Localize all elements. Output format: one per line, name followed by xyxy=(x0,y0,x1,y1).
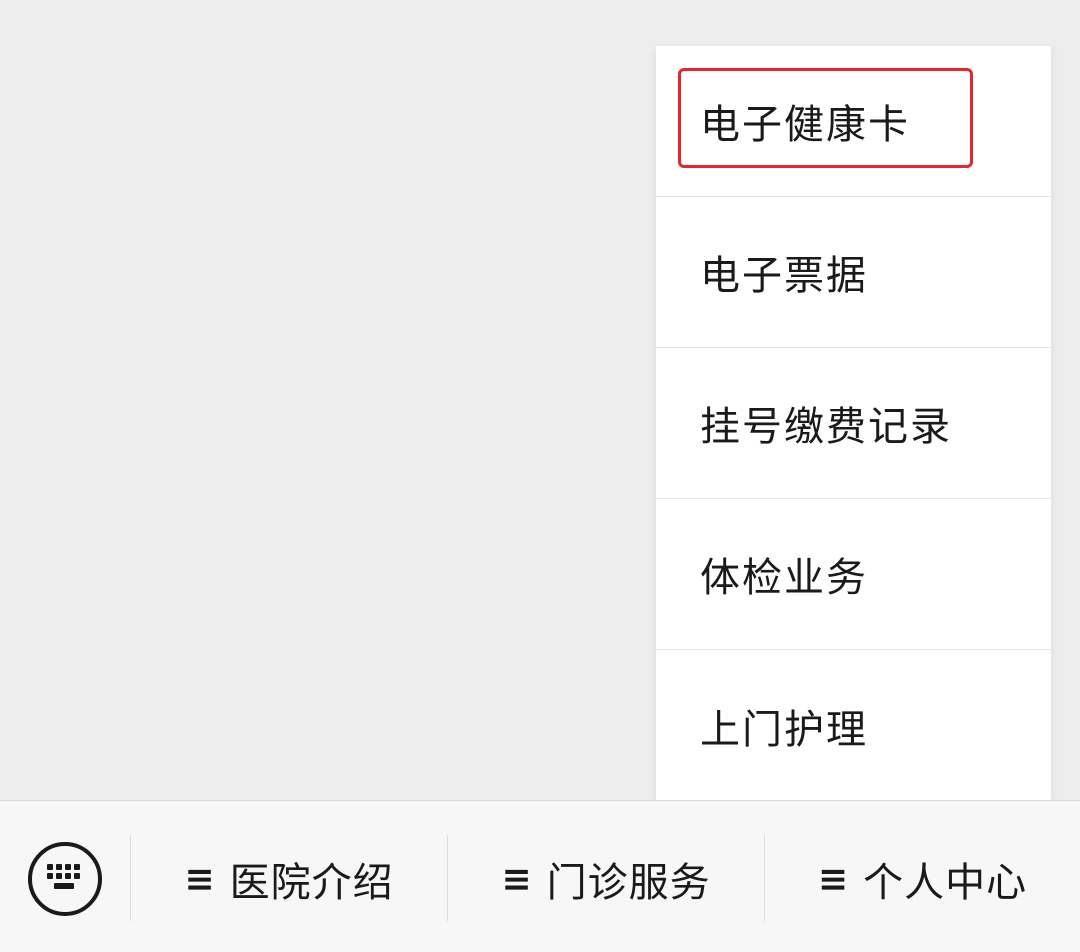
menu-lines-icon: ≡ xyxy=(501,858,533,900)
menu-item-home-nursing[interactable]: 上门护理 xyxy=(656,650,1051,801)
tab-label: 个人中心 xyxy=(863,860,1028,906)
menu-item-e-receipt[interactable]: 电子票据 xyxy=(656,197,1051,348)
tab-label: 门诊服务 xyxy=(546,860,711,906)
menu-item-physical-exam[interactable]: 体检业务 xyxy=(656,499,1051,650)
menu-lines-icon: ≡ xyxy=(184,858,216,900)
tab-label: 医院介绍 xyxy=(229,860,394,906)
menu-item-label: 体检业务 xyxy=(700,555,868,601)
menu-item-label: 电子健康卡 xyxy=(700,102,910,148)
keyboard-icon xyxy=(47,864,80,889)
menu-lines-icon: ≡ xyxy=(817,858,850,900)
tab-personal-center[interactable]: ≡ 个人中心 xyxy=(765,836,1080,922)
tab-hospital-intro[interactable]: ≡ 医院介绍 xyxy=(131,836,447,922)
menu-item-health-card[interactable]: 电子健康卡 xyxy=(656,46,1051,197)
menu-item-label: 挂号缴费记录 xyxy=(700,404,952,450)
menu-item-payment-records[interactable]: 挂号缴费记录 xyxy=(656,348,1051,499)
keyboard-toggle-button[interactable] xyxy=(28,842,102,916)
menu-item-label: 上门护理 xyxy=(700,706,868,753)
submenu-popup: 电子健康卡 电子票据 挂号缴费记录 体检业务 上门护理 xyxy=(656,46,1051,800)
bottom-menu-bar: ≡ 医院介绍 ≡ 门诊服务 ≡ 个人中心 xyxy=(0,800,1080,952)
menu-item-label: 电子票据 xyxy=(700,253,868,299)
tab-outpatient-service[interactable]: ≡ 门诊服务 xyxy=(448,836,764,922)
